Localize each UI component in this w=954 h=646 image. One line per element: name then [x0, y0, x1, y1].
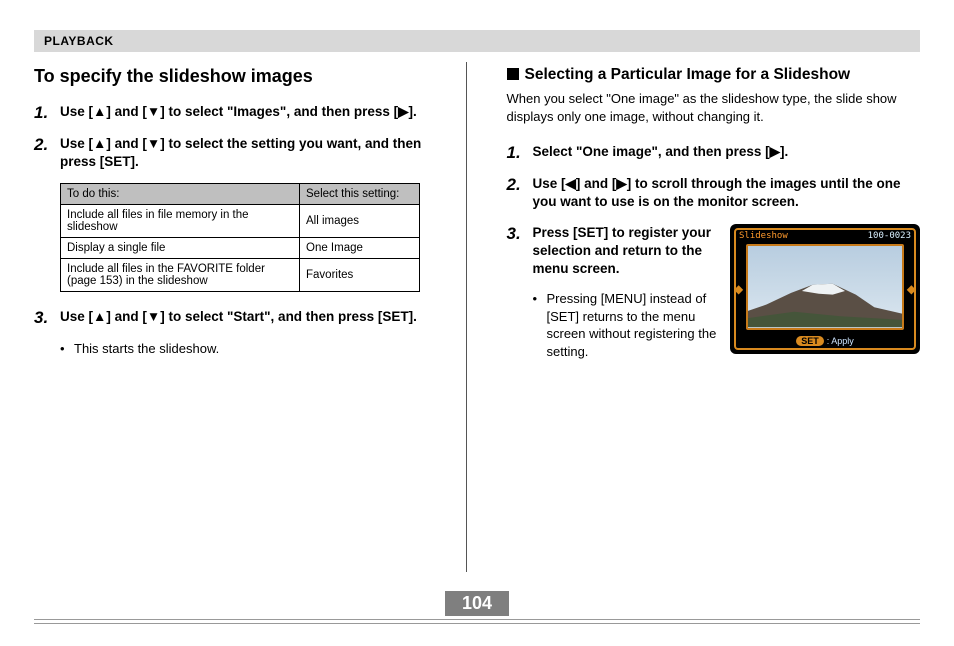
camera-mode-label: Slideshow [739, 231, 788, 241]
square-icon [507, 68, 519, 80]
r-step-1: 1. Select "One image", and then press [▶… [507, 143, 921, 163]
right-intro: When you select "One image" as the slide… [507, 90, 921, 125]
table-row: Include all files in the FAVORITE folder… [61, 259, 420, 292]
left-column: To specify the slideshow images 1. Use [… [34, 66, 456, 572]
table-header: To do this: [61, 184, 300, 205]
bullet-text: This starts the slideshow. [74, 340, 219, 358]
left-title: To specify the slideshow images [34, 66, 448, 87]
camera-counter: 100-0023 [868, 231, 911, 241]
section-header: PLAYBACK [34, 30, 920, 52]
rule [34, 619, 920, 620]
step-text: Use [◀] and [▶] to scroll through the im… [533, 175, 921, 211]
table-cell: Include all files in file memory in the … [61, 205, 300, 238]
step-number: 3. [34, 308, 60, 328]
step-number: 2. [34, 135, 60, 171]
step-3: 3. Use [▲] and [▼] to select "Start", an… [34, 308, 448, 328]
column-divider [466, 62, 467, 572]
page: PLAYBACK To specify the slideshow images… [0, 0, 954, 646]
step-3-bullet: • This starts the slideshow. [60, 340, 448, 358]
step-2: 2. Use [▲] and [▼] to select the setting… [34, 135, 448, 171]
step-number: 2. [507, 175, 533, 211]
step-1: 1. Use [▲] and [▼] to select "Images", a… [34, 103, 448, 123]
table-row: Display a single file One Image [61, 238, 420, 259]
step-number: 1. [34, 103, 60, 123]
r-step-3-bullet: • Pressing [MENU] instead of [SET] retur… [533, 290, 733, 360]
subhead-text: Selecting a Particular Image for a Slide… [525, 66, 851, 83]
table-header-row: To do this: Select this setting: [61, 184, 420, 205]
settings-table: To do this: Select this setting: Include… [60, 183, 420, 292]
r-step-3-wrap: 3. Press [SET] to register your selectio… [507, 224, 921, 361]
right-column: Selecting a Particular Image for a Slide… [477, 66, 921, 572]
step-text: Press [SET] to register your selection a… [533, 224, 723, 279]
step-text: Use [▲] and [▼] to select "Images", and … [60, 103, 417, 123]
step-number: 3. [507, 224, 533, 279]
step-text: Select "One image", and then press [▶]. [533, 143, 789, 163]
table-cell: One Image [300, 238, 420, 259]
bullet-text: Pressing [MENU] instead of [SET] returns… [547, 290, 733, 360]
table-row: Include all files in file memory in the … [61, 205, 420, 238]
page-number: 104 [445, 591, 509, 616]
camera-handles: ◆◆ [734, 282, 916, 296]
table-cell: Favorites [300, 259, 420, 292]
rule [34, 623, 920, 624]
step-text: Use [▲] and [▼] to select the setting yo… [60, 135, 448, 171]
r-step-2: 2. Use [◀] and [▶] to scroll through the… [507, 175, 921, 211]
right-subhead: Selecting a Particular Image for a Slide… [507, 66, 921, 84]
step-text: Use [▲] and [▼] to select "Start", and t… [60, 308, 417, 328]
columns: To specify the slideshow images 1. Use [… [34, 66, 920, 572]
bullet-dot: • [533, 290, 547, 360]
step-number: 1. [507, 143, 533, 163]
page-number-wrap: 104 [0, 591, 954, 616]
camera-topbar: Slideshow 100-0023 [736, 230, 914, 242]
table-header: Select this setting: [300, 184, 420, 205]
table-cell: All images [300, 205, 420, 238]
camera-frame: Slideshow 100-0023 [734, 228, 916, 350]
camera-bottombar: SET: Apply [736, 336, 914, 346]
footer-rules [0, 619, 954, 624]
camera-screenshot: Slideshow 100-0023 [730, 224, 920, 354]
table-cell: Display a single file [61, 238, 300, 259]
table-cell: Include all files in the FAVORITE folder… [61, 259, 300, 292]
apply-label: : Apply [827, 336, 854, 346]
bullet-dot: • [60, 340, 74, 358]
set-pill: SET [796, 336, 824, 346]
